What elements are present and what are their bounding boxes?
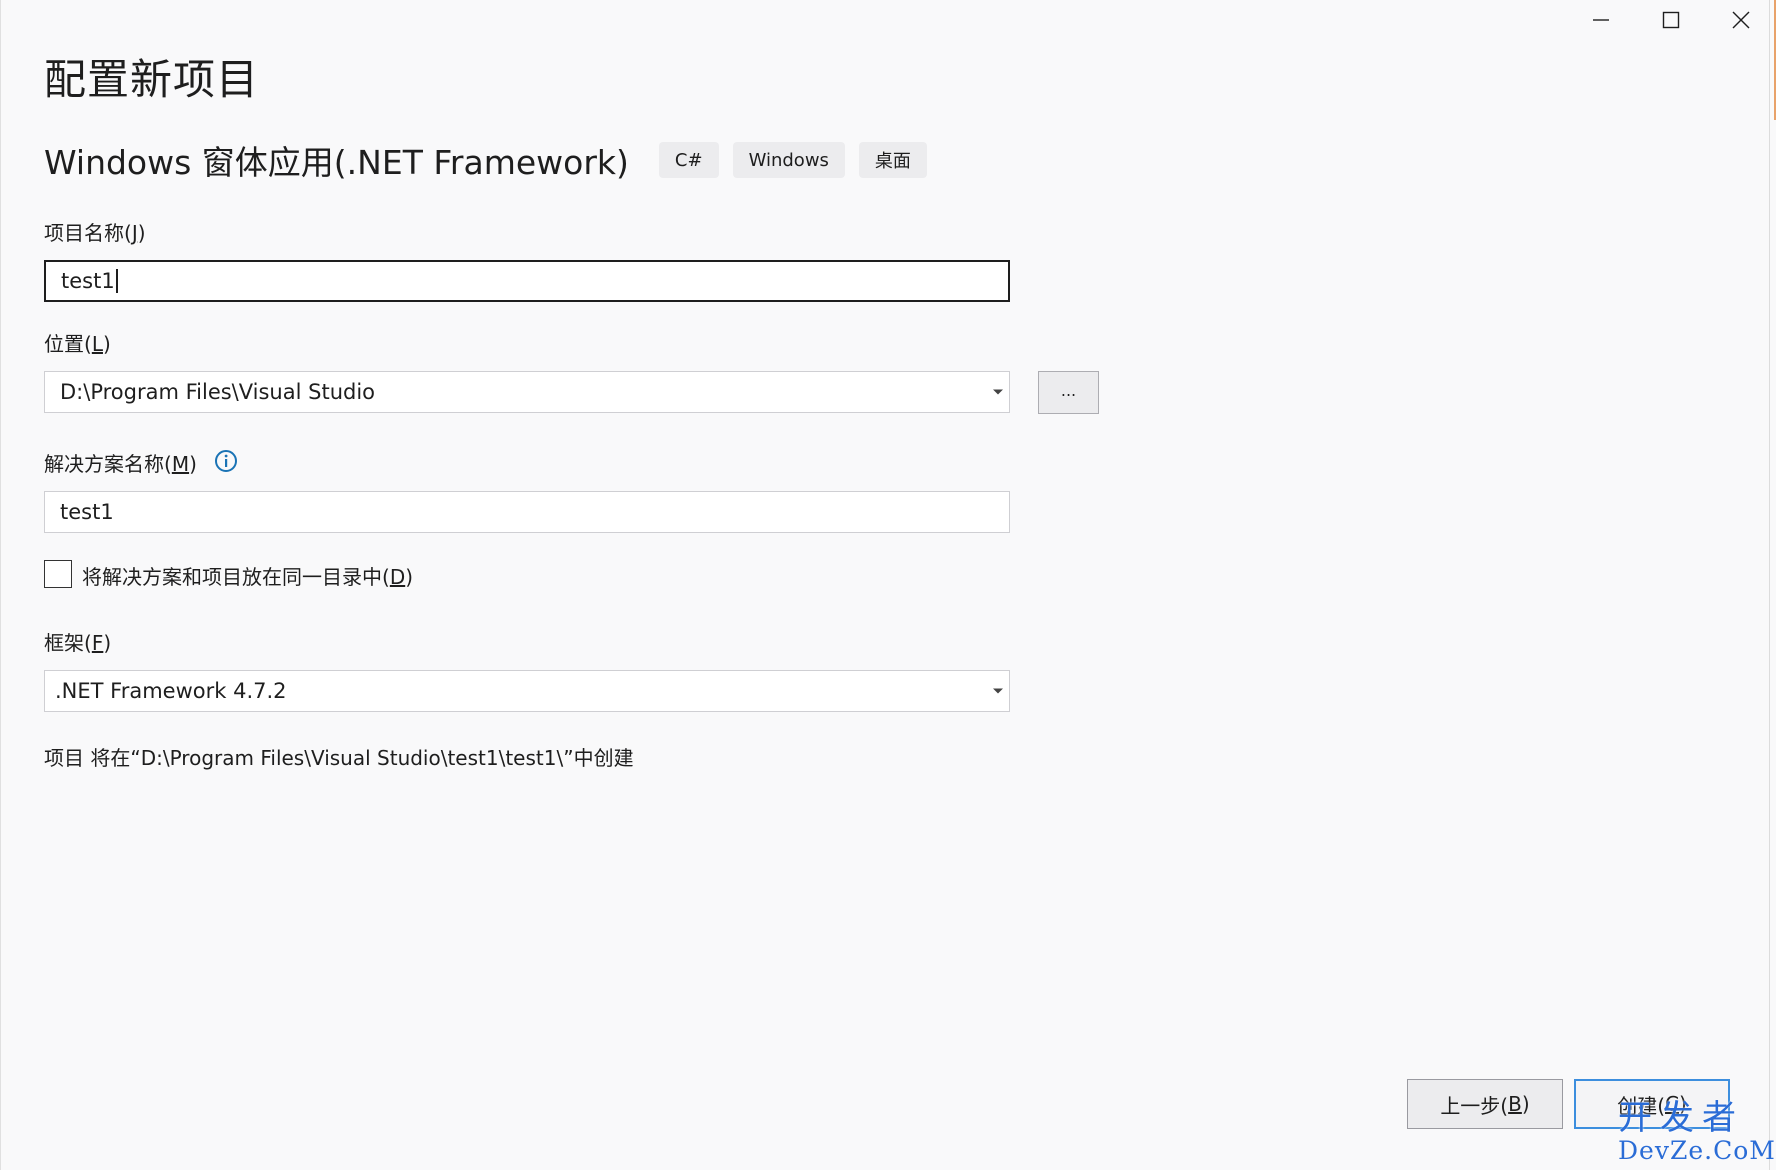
solution-name-label: 解决方案名称(M)	[44, 452, 197, 476]
same-directory-checkbox[interactable]	[44, 560, 72, 588]
tag-platform: Windows	[732, 142, 845, 178]
solution-name-value: test1	[60, 500, 114, 524]
project-name-value: test1	[61, 269, 115, 293]
minimize-icon	[1593, 19, 1609, 21]
location-value: D:\Program Files\Visual Studio	[60, 380, 376, 404]
project-name-label: 项目名称(J)	[44, 221, 146, 245]
framework-label: 框架(F)	[44, 631, 112, 655]
info-icon[interactable]	[214, 449, 238, 473]
maximize-button[interactable]	[1636, 0, 1706, 40]
location-combobox[interactable]: D:\Program Files\Visual Studio	[44, 371, 1010, 413]
new-project-dialog: 配置新项目 Windows 窗体应用(.NET Framework) C# Wi…	[0, 0, 1776, 1170]
text-caret	[115, 269, 118, 293]
solution-name-input[interactable]: test1	[44, 491, 1010, 533]
watermark-bottom: DevZe.CoM	[1618, 1136, 1776, 1165]
watermark: 开发者 DevZe.CoM	[1618, 1100, 1776, 1168]
same-directory-label[interactable]: 将解决方案和项目放在同一目录中(D)	[82, 561, 413, 590]
close-icon	[1732, 11, 1750, 29]
location-label: 位置(L)	[44, 332, 111, 356]
chevron-down-icon[interactable]	[993, 389, 1003, 395]
maximize-icon	[1662, 11, 1680, 29]
close-button[interactable]	[1706, 0, 1776, 40]
browse-button[interactable]: ...	[1038, 371, 1099, 414]
window-edge	[1769, 0, 1770, 1170]
template-header: Windows 窗体应用(.NET Framework) C# Windows …	[44, 140, 941, 182]
framework-combobox[interactable]: .NET Framework 4.7.2	[44, 670, 1010, 712]
minimize-button[interactable]	[1566, 0, 1636, 40]
chevron-down-icon[interactable]	[993, 688, 1003, 694]
watermark-top: 开发者	[1618, 1098, 1744, 1138]
template-name: Windows 窗体应用(.NET Framework)	[44, 143, 629, 182]
page-title: 配置新项目	[44, 55, 260, 104]
tag-project-type: 桌面	[858, 142, 927, 178]
framework-value: .NET Framework 4.7.2	[55, 679, 287, 703]
back-button[interactable]: 上一步(B)	[1407, 1079, 1563, 1129]
tag-language: C#	[658, 142, 719, 178]
project-path-note: 项目 将在“D:\Program Files\Visual Studio\tes…	[44, 746, 634, 770]
project-name-input[interactable]: test1	[44, 260, 1010, 302]
